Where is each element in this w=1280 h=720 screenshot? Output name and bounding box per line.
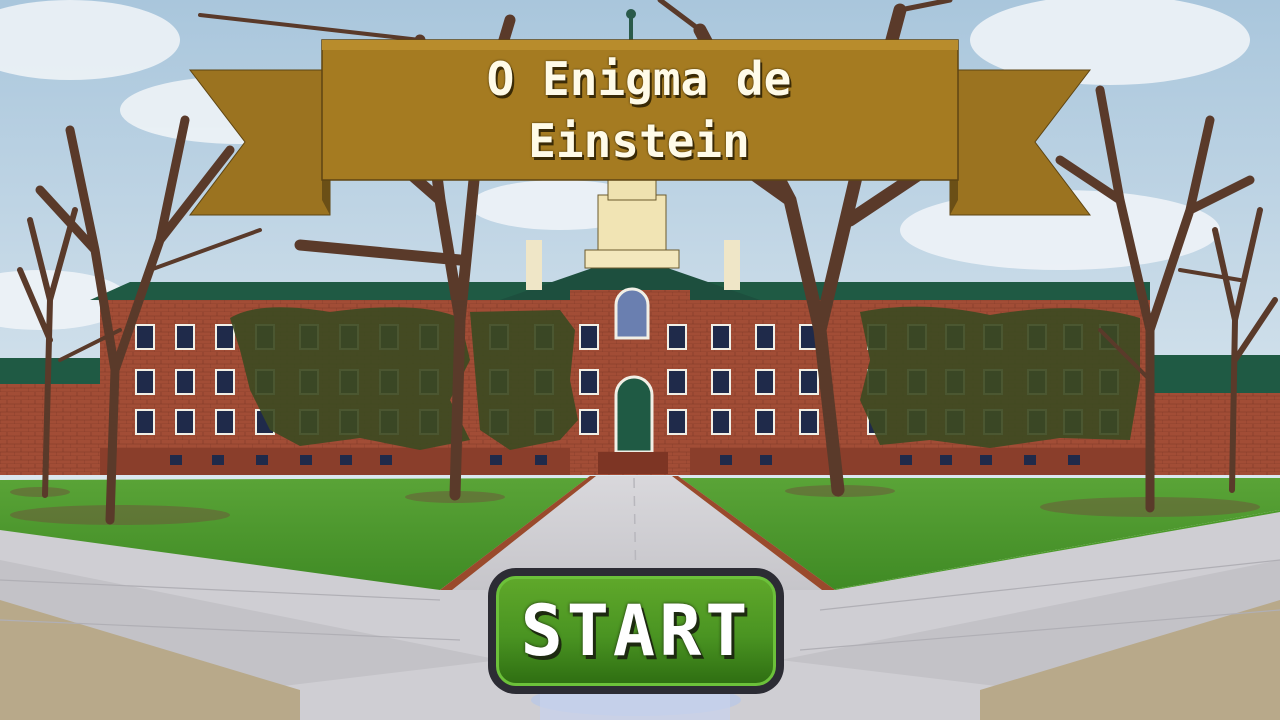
game-title-line1: O Enigma de [486, 52, 792, 106]
game-title: O Enigma de Einstein [322, 40, 956, 180]
game-title-line2: Einstein [528, 114, 750, 168]
right-annex [1150, 390, 1280, 475]
start-button-label: START [520, 590, 752, 672]
start-button[interactable]: START [488, 568, 784, 694]
start-button-face[interactable]: START [496, 576, 776, 686]
